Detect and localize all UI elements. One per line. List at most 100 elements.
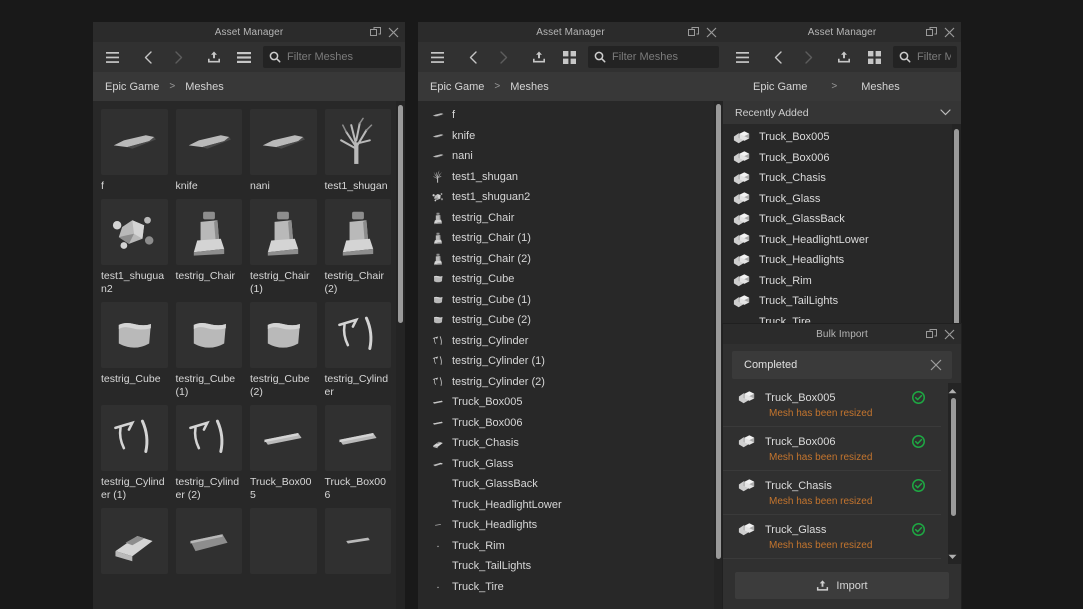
asset-list-item[interactable]: Truck_Chasis (418, 433, 723, 454)
breadcrumb-current[interactable]: Meshes (510, 81, 549, 93)
chevron-left-icon[interactable] (763, 45, 793, 69)
asset-thumbnail[interactable] (101, 109, 168, 175)
asset-grid-item[interactable]: testrig_Cylinder (1) (101, 405, 168, 502)
recent-asset-item[interactable]: Truck_Headlights (723, 250, 961, 271)
search-input[interactable] (917, 51, 951, 63)
scrollbar-thumb[interactable] (716, 104, 721, 559)
chevron-left-icon[interactable] (133, 45, 163, 69)
asset-list-item[interactable]: Truck_Rim (418, 536, 723, 557)
asset-grid-item[interactable]: nani (250, 109, 317, 193)
import-item-row[interactable]: Truck_Box005 Mesh has been resized (723, 383, 941, 427)
asset-list-item[interactable]: testrig_Chair (1) (418, 228, 723, 249)
asset-list-item[interactable]: Truck_HeadlightLower (418, 495, 723, 516)
upload-icon[interactable] (829, 45, 859, 69)
search-input[interactable] (612, 51, 713, 63)
sort-dropdown[interactable]: Recently Added (723, 101, 961, 124)
asset-grid-item-partial[interactable] (101, 508, 168, 574)
asset-grid-item[interactable]: f (101, 109, 168, 193)
asset-thumbnail[interactable] (324, 405, 391, 471)
breadcrumb-current[interactable]: Meshes (861, 81, 900, 93)
import-item-row[interactable]: Truck_Box006 Mesh has been resized (723, 427, 941, 471)
asset-list-item[interactable]: testrig_Cube (2) (418, 310, 723, 331)
close-icon[interactable] (706, 27, 717, 38)
search-box[interactable] (263, 46, 401, 68)
asset-thumbnail[interactable] (101, 405, 168, 471)
asset-list-item[interactable]: Truck_TailLights (418, 556, 723, 577)
asset-list-item[interactable]: Truck_Tire (418, 577, 723, 598)
scrollbar-thumb[interactable] (951, 398, 956, 516)
asset-thumbnail[interactable] (250, 109, 317, 175)
dialog-titlebar[interactable]: Bulk Import (723, 324, 961, 344)
recent-asset-item[interactable]: Truck_Box005 (723, 127, 961, 148)
hamburger-menu-icon[interactable] (727, 45, 757, 69)
asset-list-item[interactable]: Truck_Headlights (418, 515, 723, 536)
asset-grid-item[interactable]: testrig_Cube (101, 302, 168, 399)
undock-icon[interactable] (926, 328, 937, 340)
breadcrumb-current[interactable]: Meshes (185, 81, 224, 93)
asset-thumbnail[interactable] (324, 199, 391, 265)
asset-list-item[interactable]: Truck_GlassBack (418, 474, 723, 495)
asset-grid-item[interactable]: Truck_Box006 (324, 405, 391, 502)
caret-up-icon[interactable] (947, 385, 958, 396)
close-icon[interactable] (944, 27, 955, 38)
asset-thumbnail[interactable] (175, 405, 242, 471)
asset-grid-item[interactable]: test1_shugan (324, 109, 391, 193)
asset-thumbnail[interactable] (250, 302, 317, 368)
asset-grid-item[interactable]: testrig_Cylinder (2) (175, 405, 242, 502)
asset-list-item[interactable]: test1_shuguan2 (418, 187, 723, 208)
chevron-right-icon[interactable] (488, 45, 518, 69)
asset-grid-item[interactable]: testrig_Cylinder (324, 302, 391, 399)
breadcrumb-root[interactable]: Epic Game (105, 81, 159, 93)
upload-icon[interactable] (524, 45, 554, 69)
undock-icon[interactable] (370, 26, 381, 38)
scrollbar-thumb[interactable] (954, 129, 959, 329)
asset-list-item[interactable]: knife (418, 126, 723, 147)
close-icon[interactable] (944, 329, 955, 340)
asset-thumbnail[interactable] (250, 405, 317, 471)
chevron-left-icon[interactable] (458, 45, 488, 69)
recent-asset-item[interactable]: Truck_Rim (723, 271, 961, 292)
panel-titlebar[interactable]: Asset Manager (93, 22, 405, 42)
asset-grid-item[interactable]: test1_shuguan2 (101, 199, 168, 296)
asset-list-item[interactable]: testrig_Chair (418, 208, 723, 229)
asset-list-item[interactable]: testrig_Cylinder (418, 331, 723, 352)
search-input[interactable] (287, 51, 395, 63)
hamburger-menu-icon[interactable] (422, 45, 452, 69)
breadcrumb-root[interactable]: Epic Game (430, 81, 484, 93)
recent-asset-item[interactable]: Truck_TailLights (723, 291, 961, 312)
asset-list-item[interactable]: testrig_Cube (1) (418, 290, 723, 311)
recent-asset-item[interactable]: Truck_HeadlightLower (723, 230, 961, 251)
asset-grid-item-partial[interactable] (324, 508, 391, 574)
asset-grid-item[interactable]: testrig_Chair (1) (250, 199, 317, 296)
asset-list-item[interactable]: Truck_Box005 (418, 392, 723, 413)
recent-asset-item[interactable]: Truck_Box006 (723, 148, 961, 169)
recent-asset-item[interactable]: Truck_Chasis (723, 168, 961, 189)
asset-thumbnail[interactable] (101, 199, 168, 265)
asset-grid-item-partial[interactable] (250, 508, 317, 574)
asset-list-item[interactable]: Truck_Glass (418, 454, 723, 475)
asset-thumbnail[interactable] (175, 109, 242, 175)
upload-icon[interactable] (199, 45, 229, 69)
asset-list-item[interactable]: testrig_Cylinder (1) (418, 351, 723, 372)
asset-list-item[interactable]: testrig_Chair (2) (418, 249, 723, 270)
breadcrumb-root[interactable]: Epic Game (753, 81, 807, 93)
asset-thumbnail[interactable] (175, 199, 242, 265)
import-item-row[interactable]: Truck_Chasis Mesh has been resized (723, 471, 941, 515)
asset-grid-item[interactable]: Truck_Box005 (250, 405, 317, 502)
asset-list-item[interactable]: testrig_Cube (418, 269, 723, 290)
undock-icon[interactable] (926, 26, 937, 38)
undock-icon[interactable] (688, 26, 699, 38)
asset-thumbnail[interactable] (324, 302, 391, 368)
asset-thumbnail[interactable] (101, 302, 168, 368)
asset-thumbnail[interactable] (101, 508, 168, 574)
close-icon[interactable] (388, 27, 399, 38)
asset-list-item[interactable]: test1_shugan (418, 167, 723, 188)
asset-grid-item[interactable]: testrig_Cube (1) (175, 302, 242, 399)
asset-list-item[interactable]: Truck_Box006 (418, 413, 723, 434)
asset-list-item[interactable]: nani (418, 146, 723, 167)
chevron-right-icon[interactable] (163, 45, 193, 69)
asset-thumbnail[interactable] (324, 109, 391, 175)
asset-thumbnail[interactable] (324, 508, 391, 574)
asset-grid-item[interactable]: testrig_Chair (2) (324, 199, 391, 296)
asset-grid-item[interactable]: testrig_Cube (2) (250, 302, 317, 399)
